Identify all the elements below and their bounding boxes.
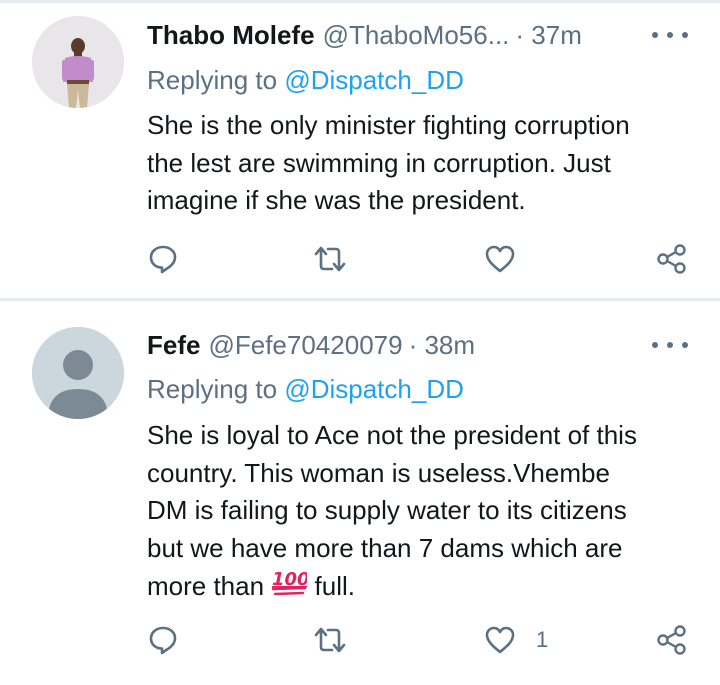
tweet-text-fragment: more than — [147, 571, 272, 601]
tweet-text: She is the only minister fighting corrup… — [147, 107, 707, 220]
tweet-text-line: but we have more than 7 dams which are — [147, 532, 623, 563]
svg-text:100: 100 — [272, 569, 307, 590]
like-button[interactable]: 1 — [484, 622, 548, 658]
reply-icon — [149, 245, 177, 274]
tweet-text-fragment: full. — [307, 571, 355, 601]
tweet-text-line: country. This woman is useless.Vhembe — [147, 457, 610, 488]
tweet-text-line: DM is failing to supply water to its cit… — [147, 495, 627, 525]
like-button[interactable] — [484, 241, 536, 277]
tweet-text-line: the lest are swimming in corruption. Jus… — [147, 147, 611, 178]
retweet-icon — [314, 627, 346, 653]
reply-button[interactable] — [148, 622, 178, 658]
more-icon[interactable] — [652, 335, 688, 355]
like-count: 1 — [536, 627, 549, 652]
replying-to-line: Replying to @Dispatch_DD — [147, 65, 464, 96]
tweet-text-line: imagine if she was the president. — [147, 185, 526, 215]
default-profile-icon — [32, 327, 124, 419]
replying-to-line: Replying to @Dispatch_DD — [147, 374, 464, 405]
replying-to-label: Replying to — [147, 65, 278, 95]
replying-to-label: Replying to — [147, 374, 278, 404]
heart-icon — [485, 626, 515, 654]
tweet-reply[interactable]: Fefe @Fefe70420079 · 38m Replying to @Di… — [0, 303, 720, 685]
share-icon — [657, 244, 686, 274]
more-icon[interactable] — [652, 25, 688, 45]
timestamp[interactable]: · 38m — [409, 330, 475, 361]
timestamp[interactable]: · 37m — [515, 20, 581, 51]
retweet-icon — [314, 246, 346, 272]
action-bar — [0, 241, 720, 277]
person-photo-icon — [32, 16, 124, 108]
reply-button[interactable] — [148, 241, 178, 277]
retweet-button[interactable] — [314, 241, 346, 277]
user-handle[interactable]: @ThaboMo56... — [323, 20, 510, 51]
tweet-header: Fefe @Fefe70420079 · 38m — [147, 327, 475, 363]
reply-icon — [149, 626, 177, 655]
user-handle[interactable]: @Fefe70420079 — [208, 330, 402, 361]
display-name[interactable]: Thabo Molefe — [147, 20, 315, 51]
tweet-header: Thabo Molefe @ThaboMo56... · 37m — [147, 17, 582, 53]
tweet-text-line-last: more than 100 full. — [147, 567, 707, 608]
hundred-points-emoji: 100 — [271, 567, 310, 608]
share-button[interactable] — [656, 241, 688, 277]
replying-to-mention[interactable]: @Dispatch_DD — [284, 374, 464, 404]
tweet-divider — [0, 298, 720, 301]
avatar[interactable] — [32, 16, 124, 108]
tweet-text-line: She is the only minister fighting corrup… — [147, 110, 630, 140]
tweet-text-line: She is loyal to Ace not the president of… — [147, 420, 637, 450]
replying-to-mention[interactable]: @Dispatch_DD — [284, 65, 464, 95]
avatar[interactable] — [32, 327, 124, 419]
display-name[interactable]: Fefe — [147, 330, 200, 361]
share-icon — [657, 625, 686, 655]
tweet-text: She is loyal to Ace not the president of… — [147, 417, 707, 608]
heart-icon — [485, 245, 515, 273]
action-bar: 1 — [0, 622, 720, 658]
share-button[interactable] — [656, 622, 688, 658]
tweet-reply[interactable]: Thabo Molefe @ThaboMo56... · 37m Replyin… — [0, 0, 720, 300]
retweet-button[interactable] — [314, 622, 346, 658]
